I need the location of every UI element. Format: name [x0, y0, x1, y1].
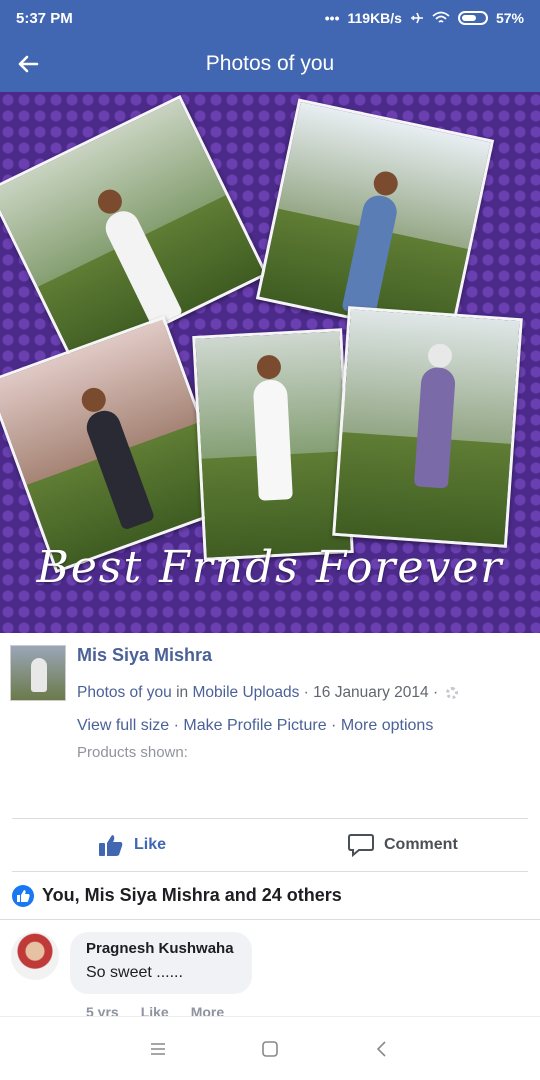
- square-icon: [262, 1041, 278, 1057]
- comment-text: So sweet ......: [86, 964, 183, 981]
- menu-icon: [151, 1043, 165, 1055]
- commenter-avatar[interactable]: [11, 932, 59, 980]
- options-separator: ·: [331, 717, 337, 734]
- collage-tile: [192, 328, 354, 561]
- like-button[interactable]: Like: [98, 819, 166, 871]
- gear-icon: [446, 686, 459, 699]
- back-nav-button[interactable]: [368, 1035, 396, 1063]
- airplane-icon: [410, 11, 424, 25]
- system-nav-bar: [0, 1016, 540, 1080]
- in-word: in: [176, 684, 189, 701]
- album-label-link[interactable]: Photos of you: [77, 684, 172, 701]
- status-bar: 5:37 PM ••• 119KB/s 57%: [0, 0, 540, 36]
- more-options-link[interactable]: More options: [341, 717, 434, 734]
- status-dots: •••: [324, 10, 340, 26]
- author-name[interactable]: Mis Siya Mishra: [77, 645, 212, 666]
- meta-separator: ·: [432, 684, 439, 701]
- photo-options: View full size · Make Profile Picture · …: [77, 717, 433, 735]
- status-time: 5:37 PM: [16, 9, 73, 27]
- comment-label: Comment: [384, 836, 458, 853]
- options-separator: ·: [173, 717, 179, 734]
- app-bar: Photos of you: [0, 36, 540, 92]
- post-date[interactable]: 16 January 2014: [313, 684, 428, 701]
- collage-tile: [255, 98, 495, 341]
- comment-icon: [348, 834, 374, 857]
- status-indicators: ••• 119KB/s 57%: [325, 10, 524, 26]
- make-profile-picture-link[interactable]: Make Profile Picture: [183, 717, 326, 734]
- reactions-text: You, Mis Siya Mishra and 24 others: [42, 885, 342, 905]
- meta-separator: ·: [303, 684, 309, 701]
- chevron-left-icon: [376, 1041, 386, 1057]
- like-label: Like: [134, 836, 167, 853]
- network-speed: 119KB/s: [347, 10, 402, 26]
- page-title: Photos of you: [205, 52, 335, 75]
- comment-button[interactable]: Comment: [348, 819, 458, 871]
- person-figure: [252, 379, 293, 501]
- battery-level: 57%: [495, 10, 524, 26]
- products-shown: Products shown:: [77, 744, 188, 761]
- home-button[interactable]: [256, 1035, 284, 1063]
- comment-bubble[interactable]: Pragnesh Kushwaha So sweet ......: [70, 932, 252, 994]
- album-link[interactable]: Mobile Uploads: [193, 684, 300, 701]
- wifi-icon: [432, 11, 450, 25]
- view-full-size-link[interactable]: View full size: [77, 717, 169, 734]
- photo-caption: Best Frnds Forever: [36, 542, 504, 593]
- author-avatar[interactable]: [10, 645, 66, 701]
- post-meta: Photos of you in Mobile Uploads · 16 Jan…: [77, 684, 459, 702]
- action-bar: Like Comment: [12, 818, 528, 872]
- photo-collage[interactable]: Best Frnds Forever: [0, 92, 540, 633]
- battery-icon: [457, 11, 488, 25]
- recents-button[interactable]: [144, 1035, 172, 1063]
- collage-tile: [332, 306, 523, 548]
- comment-author[interactable]: Pragnesh Kushwaha: [86, 940, 236, 957]
- comment-item: Pragnesh Kushwaha So sweet ...... 5 yrs …: [0, 920, 540, 1020]
- like-reaction-icon: [12, 884, 34, 907]
- arrow-left-icon: [18, 55, 39, 73]
- back-button[interactable]: [14, 50, 42, 78]
- thumbs-up-icon: [99, 835, 123, 856]
- reactions-summary[interactable]: You, Mis Siya Mishra and 24 others: [0, 872, 540, 920]
